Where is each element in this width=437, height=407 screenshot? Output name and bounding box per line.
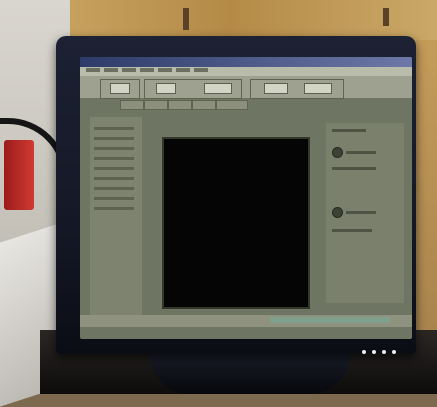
list-item[interactable] (94, 157, 134, 160)
monitor-button-icon[interactable] (372, 350, 376, 354)
toolbar-button[interactable] (204, 83, 232, 94)
list-item[interactable] (94, 187, 134, 190)
menu-item[interactable] (122, 68, 136, 72)
panel-label (346, 151, 376, 154)
menu-item[interactable] (86, 68, 100, 72)
menu-item[interactable] (176, 68, 190, 72)
list-item[interactable] (94, 167, 134, 170)
panel-label (332, 167, 376, 170)
list-item[interactable] (94, 127, 134, 130)
list-item[interactable] (94, 177, 134, 180)
menu-item[interactable] (194, 68, 208, 72)
toolbar-button[interactable] (110, 83, 130, 94)
toolbar-button[interactable] (264, 83, 288, 94)
panel-label (332, 129, 366, 132)
list-item[interactable] (94, 197, 134, 200)
control-knob[interactable] (332, 207, 343, 218)
wall-hook (183, 8, 189, 30)
menu-item[interactable] (104, 68, 118, 72)
toolbar-button[interactable] (156, 83, 176, 94)
menu-item[interactable] (158, 68, 172, 72)
toolbar-button[interactable] (304, 83, 332, 94)
monitor-stand (150, 352, 350, 394)
menu-item[interactable] (140, 68, 154, 72)
control-knob[interactable] (332, 147, 343, 158)
power-led-icon (362, 350, 366, 354)
list-item[interactable] (94, 137, 134, 140)
list-item[interactable] (94, 147, 134, 150)
monitor-button-icon[interactable] (382, 350, 386, 354)
tab[interactable] (144, 100, 168, 110)
monitor-screen (80, 57, 412, 339)
wall-hook (383, 8, 389, 26)
window-titlebar[interactable] (80, 57, 412, 67)
tab[interactable] (120, 100, 144, 110)
tab[interactable] (216, 100, 248, 110)
panel-label (332, 229, 372, 232)
panel-label (346, 211, 376, 214)
monitor-button-icon[interactable] (392, 350, 396, 354)
status-indicator (270, 317, 390, 323)
menu-bar[interactable] (80, 67, 412, 76)
video-viewport[interactable] (162, 137, 310, 309)
list-item[interactable] (94, 207, 134, 210)
tab[interactable] (168, 100, 192, 110)
tab[interactable] (192, 100, 216, 110)
